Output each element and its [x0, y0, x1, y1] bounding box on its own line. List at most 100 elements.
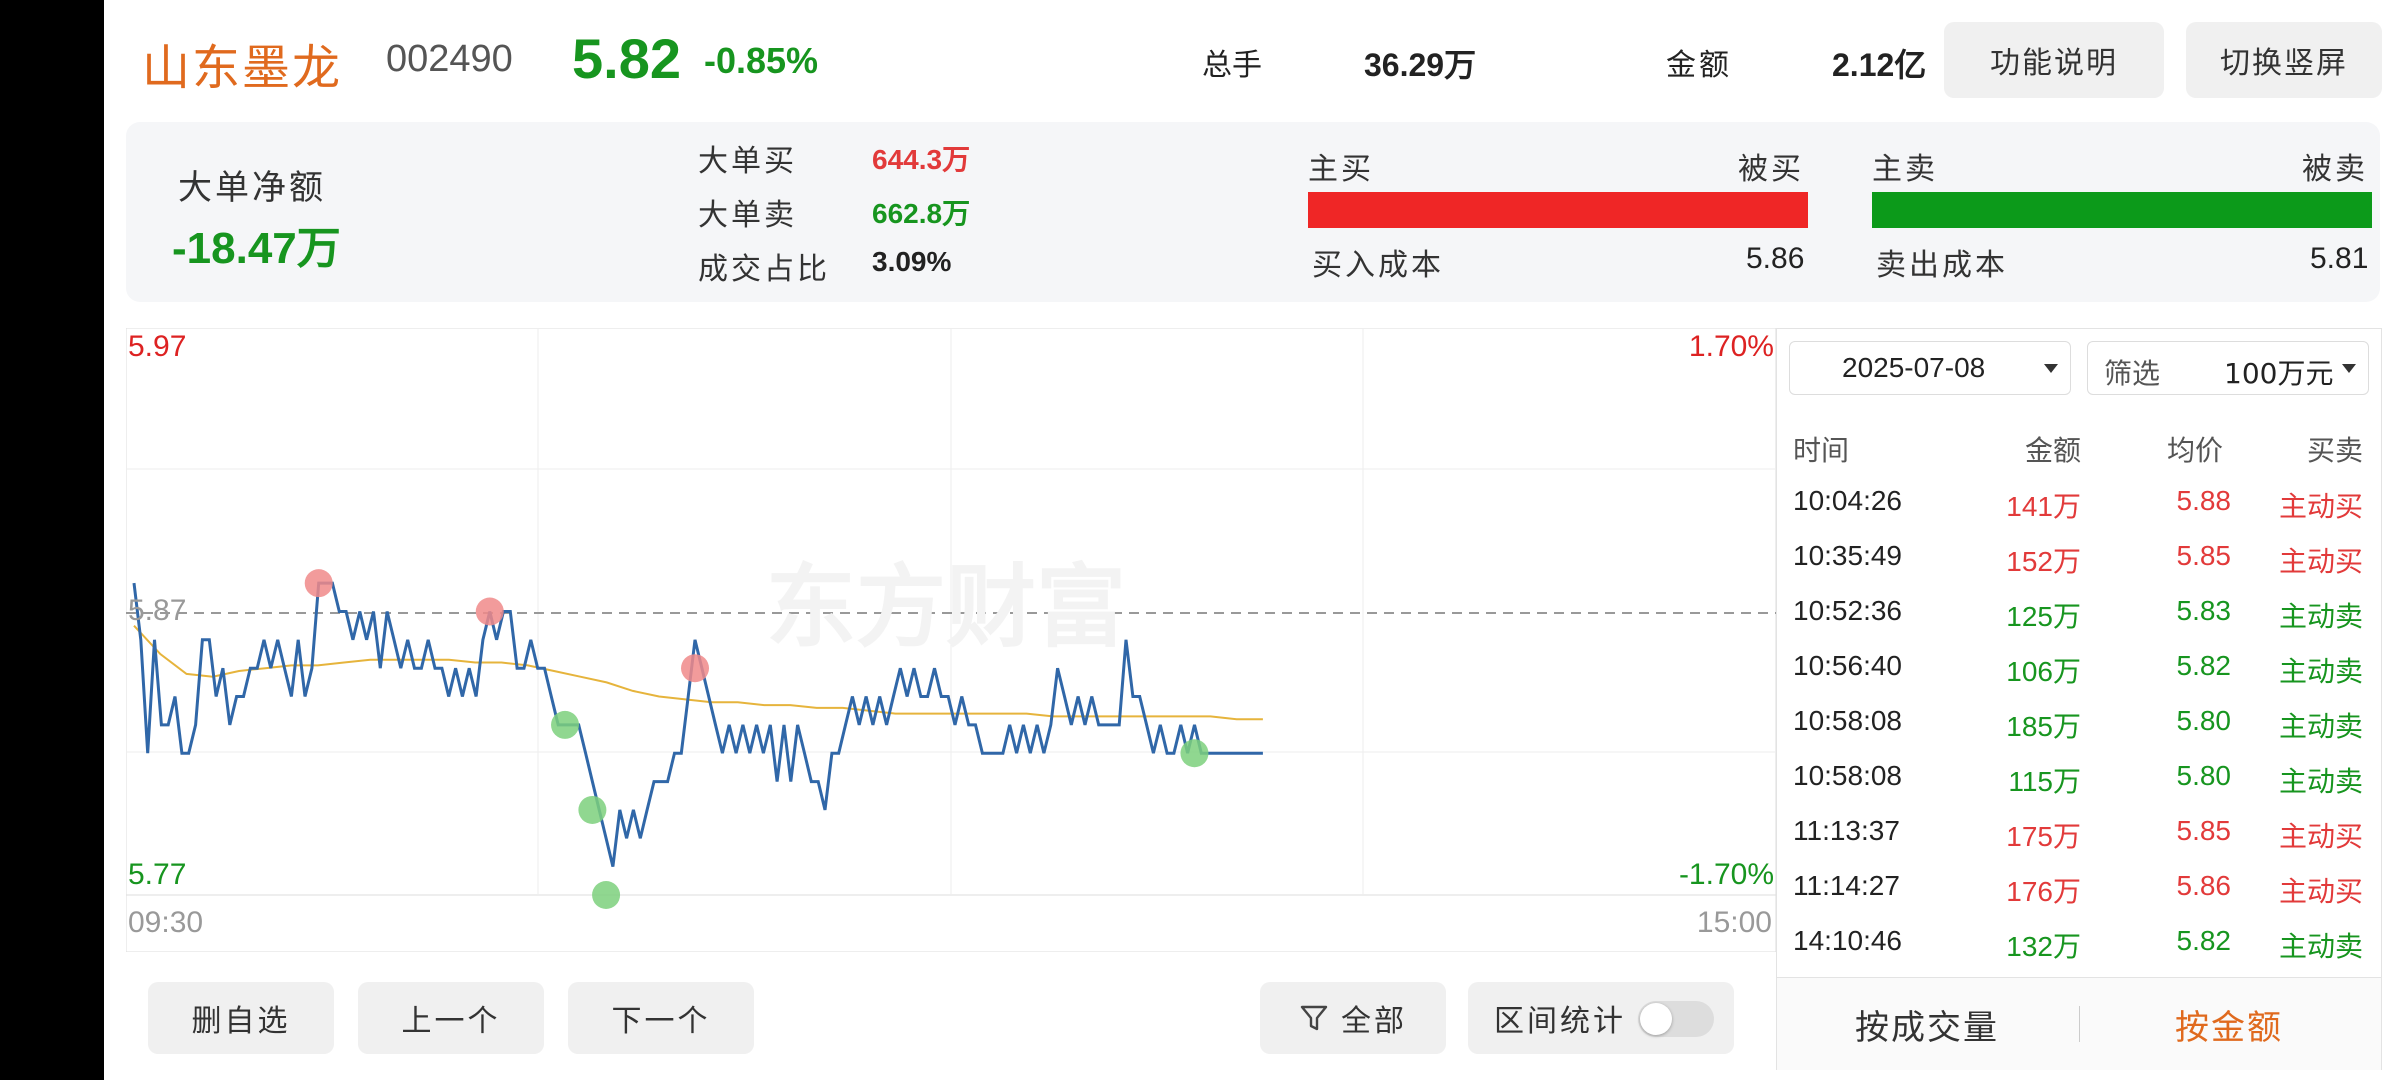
y-axis-bottom-label: 5.77: [128, 858, 187, 891]
deal-amount: 176万: [2006, 876, 2081, 907]
volume-label: 总手: [1202, 48, 1262, 83]
time-axis-end-label: 15:00: [1696, 906, 1772, 939]
date-select[interactable]: 2025-07-08: [1789, 341, 2071, 395]
big-sell-marker: [551, 710, 580, 739]
big-sell-marker: [592, 881, 621, 909]
deal-price: 5.82: [2176, 650, 2232, 681]
big-sell-label: 大单卖: [698, 198, 797, 233]
net-amount-value: -18.47万: [172, 224, 341, 273]
passive-buy-label: 被买: [1738, 152, 1804, 187]
tab-by-amount[interactable]: 按金额: [2175, 1000, 2283, 1049]
deal-row[interactable]: 11:13:37 175万 5.85 主动买: [1777, 803, 2381, 858]
remove-watchlist-button[interactable]: 删自选: [148, 982, 334, 1054]
pct-axis-top-label: 1.70%: [1688, 330, 1774, 363]
deal-side: 主动卖: [2278, 655, 2363, 688]
date-select-value: 2025-07-08: [1842, 352, 1986, 383]
deal-time: 10:58:08: [1793, 705, 1902, 736]
deal-panel: 2025-07-08 筛选 100万元 时间 金额 均价 买卖 10:04:26…: [1776, 328, 2382, 1070]
intraday-chart-svg: 东方财富: [126, 328, 1776, 952]
deal-row[interactable]: 10:04:26 141万 5.88 主动买: [1777, 473, 2381, 528]
big-buy-label: 大单买: [698, 144, 797, 179]
buy-bar-fill: [1308, 192, 1808, 228]
active-sell-label: 主卖: [1872, 152, 1938, 187]
deal-row[interactable]: 10:52:36 125万 5.83 主动卖: [1777, 583, 2381, 638]
deal-side: 主动买: [2278, 875, 2363, 908]
deal-price: 5.83: [2176, 595, 2232, 626]
range-stat-toggle[interactable]: [1638, 1001, 1714, 1037]
all-filter-label: 全部: [1341, 1004, 1407, 1039]
sell-cost-value: 5.81: [2310, 242, 2369, 275]
summary-card: 大单净额 -18.47万 大单买 644.3万 大单卖 662.8万 成交占比 …: [126, 122, 2380, 302]
net-amount-label: 大单净额: [178, 168, 326, 208]
amount-filter-select[interactable]: 筛选 100万元: [2087, 341, 2369, 395]
deal-amount: 185万: [2006, 711, 2081, 742]
deal-amount: 106万: [2006, 656, 2081, 687]
tab-by-volume[interactable]: 按成交量: [1855, 1000, 1999, 1049]
app-window: 山东墨龙 002490 5.82 -0.85% 总手 36.29万 金额 2.1…: [104, 0, 2400, 1080]
time-axis-start-label: 09:30: [128, 906, 204, 939]
deal-side: 主动买: [2278, 490, 2363, 523]
all-filter-button[interactable]: 全部: [1260, 982, 1446, 1054]
deal-time: 14:10:46: [1793, 925, 1902, 956]
deal-time: 11:13:37: [1793, 815, 1900, 846]
buy-cost-value: 5.86: [1746, 242, 1805, 275]
buy-cost-label: 买入成本: [1312, 248, 1444, 283]
deal-price: 5.82: [2176, 925, 2232, 956]
deal-time: 10:58:08: [1793, 760, 1902, 791]
deal-time: 10:56:40: [1793, 650, 1902, 681]
deal-price: 5.86: [2176, 870, 2232, 901]
volume-value: 36.29万: [1364, 47, 1477, 83]
big-buy-marker: [304, 569, 333, 598]
big-sell-value: 662.8万: [872, 198, 971, 229]
filter-value: 100万元: [2224, 357, 2334, 390]
big-buy-marker: [475, 597, 504, 626]
deal-amount: 132万: [2006, 931, 2081, 962]
deal-row[interactable]: 11:14:27 176万 5.86 主动买: [1777, 858, 2381, 913]
filter-label: 筛选: [2104, 357, 2161, 390]
deal-price: 5.85: [2176, 815, 2232, 846]
deal-price: 5.80: [2176, 760, 2232, 791]
deal-amount: 125万: [2006, 601, 2081, 632]
deal-side: 主动卖: [2278, 930, 2363, 963]
deal-table-header: 时间 金额 均价 买卖: [1777, 417, 2381, 472]
intraday-chart[interactable]: 东方财富 5.97 5.87 5.77 1.70% -1.70% 09:30 1…: [126, 328, 1776, 952]
deal-tabs: 按成交量 按金额: [1777, 977, 2381, 1070]
sell-cost-label: 卖出成本: [1876, 248, 2008, 283]
deal-side: 主动卖: [2278, 600, 2363, 633]
range-stat-label: 区间统计: [1494, 1004, 1626, 1039]
chevron-down-icon: [2342, 364, 2356, 373]
buy-bar-track: [1308, 192, 1808, 228]
tab-divider: [2079, 1006, 2080, 1042]
deal-time: 10:04:26: [1793, 485, 1902, 516]
deal-amount: 141万: [2006, 491, 2081, 522]
sell-bar-track: [1872, 192, 2372, 228]
deal-ratio-label: 成交占比: [698, 252, 830, 287]
y-axis-ref-label: 5.87: [128, 594, 187, 627]
stock-code: 002490: [386, 38, 513, 80]
range-stat-control[interactable]: 区间统计: [1468, 982, 1734, 1054]
deal-ratio-value: 3.09%: [872, 246, 952, 277]
stock-name: 山东墨龙: [142, 40, 343, 96]
deal-amount: 115万: [2008, 766, 2081, 797]
deal-row[interactable]: 10:58:08 185万 5.80 主动卖: [1777, 693, 2381, 748]
header-amount: 金额: [2025, 435, 2082, 466]
amount-value: 2.12亿: [1832, 47, 1927, 83]
deal-row[interactable]: 10:35:49 152万 5.85 主动买: [1777, 528, 2381, 583]
deal-amount: 152万: [2006, 546, 2081, 577]
toggle-knob: [1640, 1003, 1672, 1035]
passive-sell-label: 被卖: [2302, 152, 2368, 187]
prev-stock-button[interactable]: 上一个: [358, 982, 544, 1054]
active-buy-label: 主买: [1308, 152, 1374, 187]
deal-side: 主动买: [2278, 545, 2363, 578]
help-button[interactable]: 功能说明: [1944, 22, 2164, 98]
deal-row[interactable]: 10:56:40 106万 5.82 主动卖: [1777, 638, 2381, 693]
deal-price: 5.80: [2176, 705, 2232, 736]
big-buy-value: 644.3万: [872, 144, 971, 175]
portrait-toggle-button[interactable]: 切换竖屏: [2186, 22, 2382, 98]
next-stock-button[interactable]: 下一个: [568, 982, 754, 1054]
header-time: 时间: [1793, 435, 1850, 466]
deal-time: 10:35:49: [1793, 540, 1902, 571]
deal-row[interactable]: 14:10:46 132万 5.82 主动卖: [1777, 913, 2381, 968]
deal-row[interactable]: 10:58:08 115万 5.80 主动卖: [1777, 748, 2381, 803]
stock-change-pct: -0.85%: [704, 40, 819, 81]
